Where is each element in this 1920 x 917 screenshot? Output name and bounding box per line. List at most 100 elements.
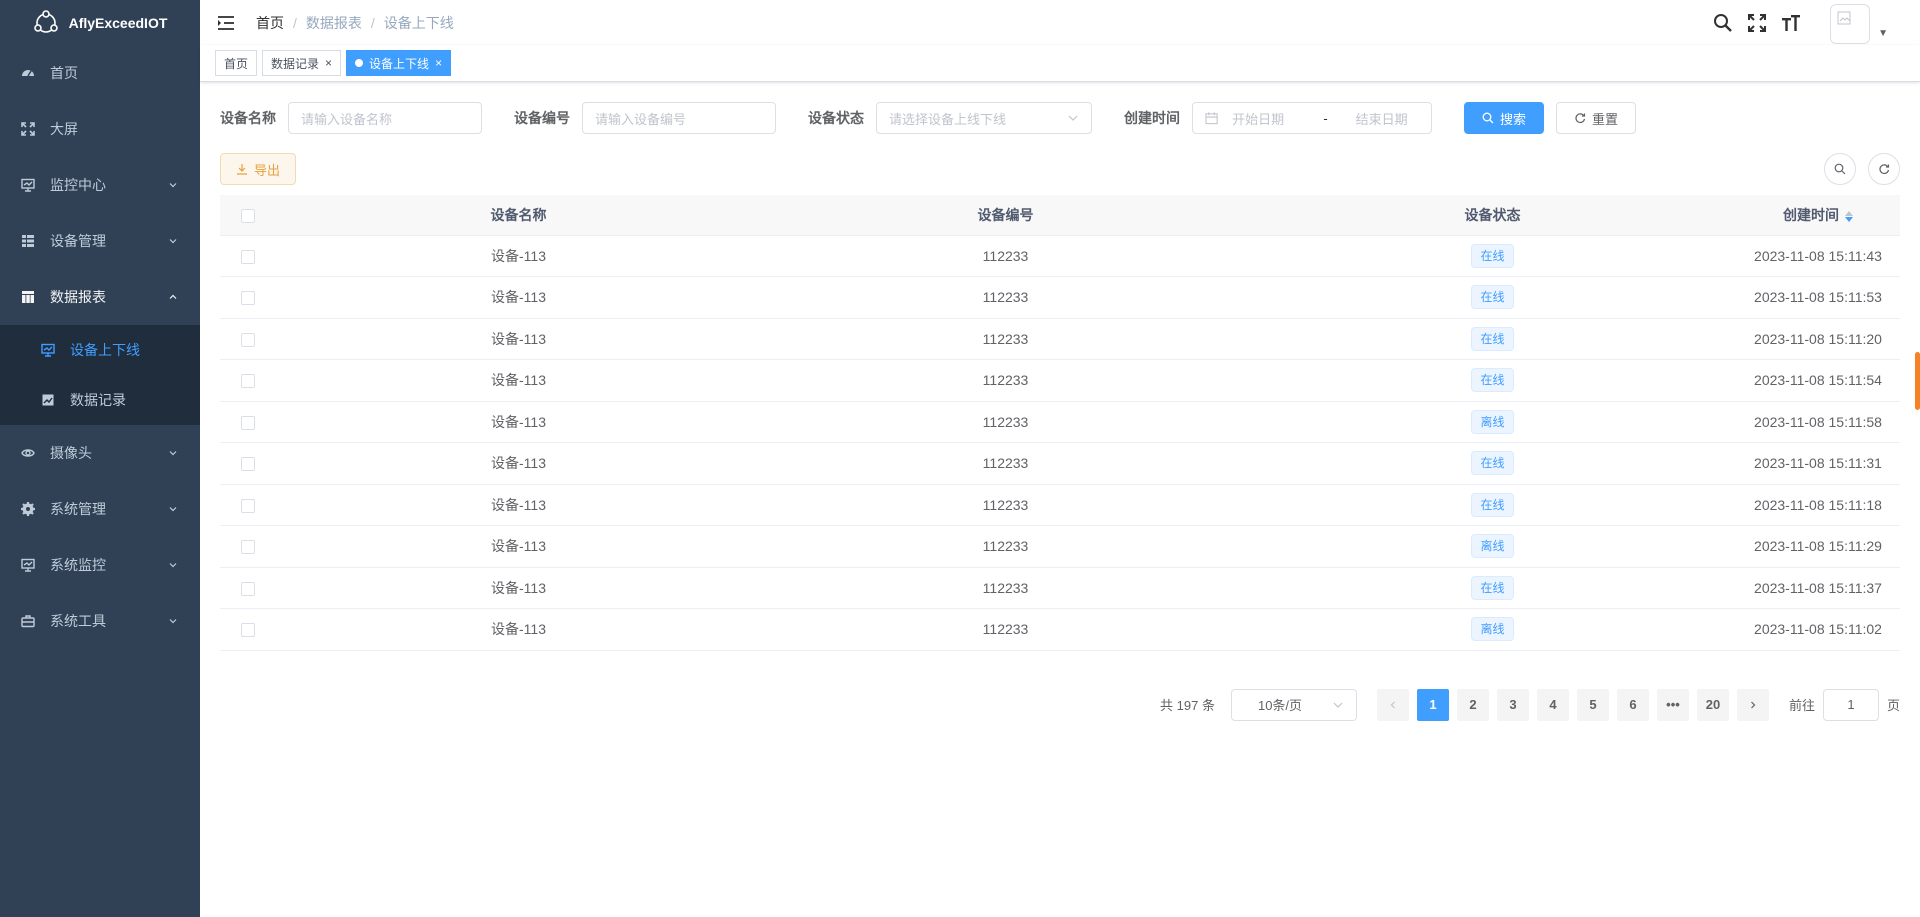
column-header-time[interactable]: 创建时间 <box>1736 195 1900 236</box>
status-badge: 在线 <box>1471 575 1514 600</box>
table-row[interactable]: 设备-113 112233 离线 2023-11-08 15:11:58 <box>220 401 1900 443</box>
reset-button[interactable]: 重置 <box>1556 102 1636 134</box>
user-menu[interactable]: ▼ <box>1830 2 1888 44</box>
tag-device-online[interactable]: 设备上下线 × <box>346 50 452 76</box>
hamburger-icon[interactable] <box>216 13 236 33</box>
column-header-status: 设备状态 <box>1249 195 1736 236</box>
table-row[interactable]: 设备-113 112233 离线 2023-11-08 15:11:29 <box>220 525 1900 568</box>
date-range-picker[interactable]: 开始日期 - 结束日期 <box>1192 102 1432 134</box>
jump-page-input[interactable]: 1 <box>1822 688 1879 721</box>
row-checkbox[interactable] <box>240 498 255 513</box>
next-page-button[interactable] <box>1736 688 1769 721</box>
sidebar-item-camera[interactable]: 摄像头 <box>0 425 200 481</box>
sidebar-item-device-management[interactable]: 设备管理 <box>0 213 200 269</box>
page-number-button[interactable]: 6 <box>1616 688 1649 721</box>
status-badge: 在线 <box>1471 451 1514 476</box>
create-time-cell: 2023-11-08 15:11:31 <box>1736 442 1900 485</box>
page-number-button[interactable]: 4 <box>1536 688 1569 721</box>
device-name-input[interactable]: 请输入设备名称 <box>288 102 482 134</box>
tree-table-icon <box>20 233 36 249</box>
search-icon[interactable] <box>1712 12 1734 34</box>
table-row[interactable]: 设备-113 112233 离线 2023-11-08 15:11:02 <box>220 608 1900 651</box>
sidebar-item-device-online[interactable]: 设备上下线 <box>0 325 200 375</box>
select-all-checkbox[interactable] <box>240 208 255 223</box>
prev-page-button[interactable] <box>1376 688 1409 721</box>
sidebar-item-label: 系统监控 <box>50 557 106 573</box>
table-row[interactable]: 设备-113 112233 在线 2023-11-08 15:11:31 <box>220 442 1900 485</box>
export-button[interactable]: 导出 <box>220 153 297 185</box>
table-row[interactable]: 设备-113 112233 在线 2023-11-08 15:11:37 <box>220 567 1900 609</box>
tool-icon <box>20 613 36 629</box>
avatar[interactable] <box>1830 3 1871 44</box>
close-icon[interactable]: × <box>435 56 442 70</box>
sidebar-item-system-tools[interactable]: 系统工具 <box>0 593 200 649</box>
sidebar-item-label: 设备管理 <box>50 233 106 249</box>
table-row[interactable]: 设备-113 112233 在线 2023-11-08 15:11:53 <box>220 276 1900 319</box>
search-form: 设备名称 请输入设备名称 设备编号 请输入设备编号 设备状态 请选择设备上线下线… <box>220 102 1900 134</box>
device-status-cell: 在线 <box>1249 235 1736 277</box>
row-checkbox[interactable] <box>240 415 255 430</box>
device-status-cell: 在线 <box>1249 359 1736 402</box>
caret-down-icon[interactable]: ▼ <box>1878 28 1888 39</box>
page-number-button[interactable]: 1 <box>1416 688 1449 721</box>
table-header-row: 设备名称 设备编号 设备状态 创建时间 <box>220 195 1900 236</box>
page-size-select[interactable]: 10条/页 <box>1230 688 1357 721</box>
sidebar-item-monitor-center[interactable]: 监控中心 <box>0 157 200 213</box>
page-number-button[interactable]: 20 <box>1696 688 1729 721</box>
row-checkbox[interactable] <box>240 540 255 555</box>
fullscreen-icon[interactable] <box>1746 12 1768 34</box>
device-code-input[interactable]: 请输入设备编号 <box>582 102 776 134</box>
table-row[interactable]: 设备-113 112233 在线 2023-11-08 15:11:18 <box>220 484 1900 526</box>
row-checkbox[interactable] <box>240 374 255 389</box>
page-number-button[interactable]: 3 <box>1496 688 1529 721</box>
search-button-label: 搜索 <box>1499 111 1526 127</box>
row-checkbox[interactable] <box>240 249 255 264</box>
sidebar-item-data-records[interactable]: 数据记录 <box>0 375 200 425</box>
page-number-button[interactable]: 2 <box>1456 688 1489 721</box>
chevron-left-icon <box>1390 701 1395 708</box>
row-select-cell <box>220 235 275 277</box>
create-time-cell: 2023-11-08 15:11:58 <box>1736 401 1900 443</box>
page-number-button[interactable]: 5 <box>1576 688 1609 721</box>
sidebar-item-bigscreen[interactable]: 大屏 <box>0 101 200 157</box>
create-time-cell: 2023-11-08 15:11:02 <box>1736 608 1900 651</box>
font-size-icon[interactable] <box>1780 12 1802 34</box>
create-time-label: 创建时间 <box>1124 110 1180 126</box>
logo[interactable]: AflyExceedIOT <box>0 0 200 45</box>
end-date-placeholder[interactable]: 结束日期 <box>1344 109 1419 128</box>
device-status-select[interactable]: 请选择设备上线下线 <box>876 102 1092 134</box>
row-checkbox[interactable] <box>240 291 255 306</box>
sidebar-item-label: 数据报表 <box>50 289 106 305</box>
sidebar-item-data-report[interactable]: 数据报表 <box>0 269 200 325</box>
sort-icon[interactable] <box>1845 210 1853 222</box>
tag-home[interactable]: 首页 <box>215 50 258 76</box>
device-status-cell: 在线 <box>1249 442 1736 485</box>
row-checkbox[interactable] <box>240 332 255 347</box>
more-pages-button[interactable]: ••• <box>1656 688 1689 721</box>
navbar-right: ▼ <box>1712 0 1888 45</box>
chart-icon <box>40 392 56 408</box>
tag-data-records[interactable]: 数据记录 × <box>262 50 342 76</box>
table-row[interactable]: 设备-113 112233 在线 2023-11-08 15:11:20 <box>220 318 1900 360</box>
sidebar-item-system-monitor[interactable]: 系统监控 <box>0 537 200 593</box>
row-checkbox[interactable] <box>240 623 255 638</box>
toggle-search-button[interactable] <box>1824 153 1856 185</box>
table-row[interactable]: 设备-113 112233 在线 2023-11-08 15:11:43 <box>220 235 1900 277</box>
breadcrumb-home[interactable]: 首页 <box>256 13 284 33</box>
scroll-indicator[interactable] <box>1915 352 1920 410</box>
refresh-button[interactable] <box>1868 153 1900 185</box>
main-area: 首页 / 数据报表 / 设备上下线 ▼ 首页 数据记录 × 设备上下线 × 设备… <box>200 0 1920 917</box>
device-code-cell: 112233 <box>762 525 1249 568</box>
device-name-cell: 设备-113 <box>275 235 762 277</box>
sidebar-item-system-management[interactable]: 系统管理 <box>0 481 200 537</box>
sidebar-item-home[interactable]: 首页 <box>0 45 200 101</box>
row-checkbox[interactable] <box>240 581 255 596</box>
active-dot-icon <box>355 59 364 67</box>
table-row[interactable]: 设备-113 112233 在线 2023-11-08 15:11:54 <box>220 359 1900 402</box>
close-icon[interactable]: × <box>325 56 332 70</box>
device-name-cell: 设备-113 <box>275 318 762 360</box>
row-checkbox[interactable] <box>240 457 255 472</box>
start-date-placeholder[interactable]: 开始日期 <box>1232 109 1307 128</box>
status-badge: 离线 <box>1471 534 1514 559</box>
search-button[interactable]: 搜索 <box>1464 102 1544 134</box>
